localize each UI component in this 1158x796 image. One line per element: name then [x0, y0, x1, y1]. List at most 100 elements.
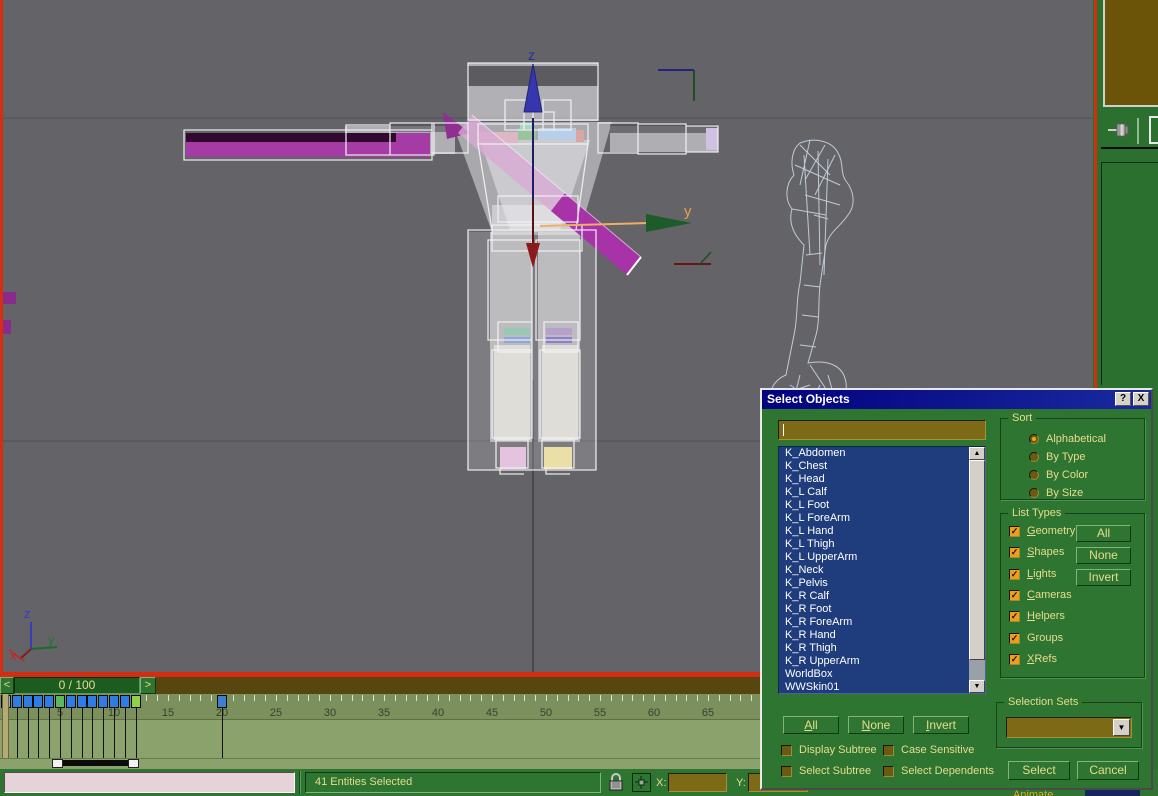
- ruler-tick: [546, 695, 547, 701]
- selection-status: 41 Entities Selected: [305, 772, 601, 793]
- ruler-tick: [330, 695, 331, 701]
- keyframe-12[interactable]: [131, 695, 141, 708]
- checkbox-geometry[interactable]: ✓: [1009, 526, 1020, 537]
- list-item[interactable]: WWSkin01: [779, 681, 985, 694]
- checkbox-select-dependents[interactable]: [883, 766, 894, 777]
- list-item[interactable]: K_L Thigh: [779, 538, 985, 551]
- ruler-tick: [265, 695, 266, 701]
- object-name-input[interactable]: [778, 420, 986, 440]
- checkbox-xrefs[interactable]: ✓: [1009, 654, 1020, 665]
- radio-icon[interactable]: [1029, 434, 1039, 444]
- list-item[interactable]: K_Neck: [779, 564, 985, 577]
- ruler-tick: [146, 695, 147, 701]
- keyframe-7[interactable]: [77, 695, 87, 708]
- radio-icon[interactable]: [1029, 488, 1039, 498]
- checkbox-display-subtree[interactable]: [781, 745, 792, 756]
- sort-option-by-color[interactable]: By Color: [1029, 468, 1088, 482]
- checkbox-groups[interactable]: ✓: [1009, 633, 1020, 644]
- list-item[interactable]: K_Pelvis: [779, 577, 985, 590]
- radio-label: By Type: [1046, 450, 1086, 464]
- radio-dot: [1032, 437, 1036, 441]
- list-item[interactable]: K_L Calf: [779, 486, 985, 499]
- object-list[interactable]: K_AbdomenK_ChestK_HeadK_L CalfK_L FootK_…: [778, 446, 986, 694]
- invert-button[interactable]: Invert: [913, 716, 969, 734]
- ruler-tick-label: 35: [372, 707, 396, 719]
- list-item[interactable]: K_Abdomen: [779, 447, 985, 460]
- radio-icon[interactable]: [1029, 452, 1039, 462]
- keyframe-6[interactable]: [66, 695, 76, 708]
- keyframe-10[interactable]: [109, 695, 119, 708]
- bone-wireframe[interactable]: [770, 140, 853, 427]
- animate-button-partial[interactable]: Animate: [1013, 789, 1083, 796]
- list-item[interactable]: K_L Foot: [779, 499, 985, 512]
- list-item[interactable]: K_L ForeArm: [779, 512, 985, 525]
- range-handle-left[interactable]: [52, 759, 63, 768]
- keyframe-11[interactable]: [120, 695, 130, 708]
- all-button[interactable]: All: [783, 716, 839, 734]
- selection-lock-icon[interactable]: [608, 772, 624, 793]
- list-item[interactable]: WorldBox: [779, 668, 985, 681]
- list-types-all-button[interactable]: All: [1076, 525, 1131, 542]
- range-bar[interactable]: [57, 760, 135, 766]
- ruler-tick-label: 60: [642, 707, 666, 719]
- scroll-up-icon[interactable]: ▲: [969, 447, 985, 460]
- keyframe-2[interactable]: [23, 695, 33, 708]
- keyframe-20[interactable]: [217, 695, 227, 708]
- list-types-none-button[interactable]: None: [1076, 547, 1131, 564]
- radio-icon[interactable]: [1029, 470, 1039, 480]
- list-item[interactable]: K_R ForeArm: [779, 616, 985, 629]
- select-button[interactable]: Select: [1008, 761, 1070, 780]
- keyframe-8[interactable]: [87, 695, 97, 708]
- dropdown-arrow-icon[interactable]: ▼: [1113, 719, 1130, 736]
- list-scrollbar[interactable]: ▲ ▼: [969, 447, 985, 693]
- keyframe-4[interactable]: [44, 695, 54, 708]
- dialog-title-bar[interactable]: Select Objects: [762, 390, 1151, 409]
- selection-sets-dropdown[interactable]: ▼: [1006, 717, 1132, 738]
- list-types-group-label: List Types: [1008, 507, 1065, 519]
- checkbox-lights[interactable]: ✓: [1009, 569, 1020, 580]
- keyframe-drop-line: [92, 708, 93, 758]
- list-item[interactable]: K_R UpperArm: [779, 655, 985, 668]
- checkbox-cameras[interactable]: ✓: [1009, 590, 1020, 601]
- keyframe-drop-line: [136, 708, 137, 758]
- list-item[interactable]: K_L Hand: [779, 525, 985, 538]
- prev-frame-button[interactable]: <: [0, 677, 14, 694]
- checkbox-helpers[interactable]: ✓: [1009, 611, 1020, 622]
- scroll-thumb[interactable]: [969, 460, 985, 660]
- absolute-offset-toggle[interactable]: [632, 773, 651, 792]
- keyframe-1[interactable]: [12, 695, 22, 708]
- scroll-down-icon[interactable]: ▼: [969, 680, 985, 693]
- ruler-tick: [438, 695, 439, 701]
- list-item[interactable]: K_Head: [779, 473, 985, 486]
- list-item[interactable]: K_R Hand: [779, 629, 985, 642]
- checkbox-case-sensitive[interactable]: [883, 745, 894, 756]
- close-icon[interactable]: X: [1133, 392, 1149, 406]
- list-item[interactable]: K_R Foot: [779, 603, 985, 616]
- keyframe-5[interactable]: [55, 695, 65, 708]
- list-item[interactable]: K_R Calf: [779, 590, 985, 603]
- checkbox-select-subtree[interactable]: [781, 766, 792, 777]
- current-frame-marker[interactable]: [2, 694, 9, 758]
- time-slider-display[interactable]: 0 / 100: [14, 677, 140, 694]
- select-objects-dialog: Select Objects ? X K_AbdomenK_ChestK_Hea…: [760, 388, 1153, 790]
- pin-icon[interactable]: [1107, 120, 1131, 140]
- list-item[interactable]: K_L UpperArm: [779, 551, 985, 564]
- sort-option-by-type[interactable]: By Type: [1029, 450, 1086, 464]
- range-handle-right[interactable]: [128, 759, 139, 768]
- ruler-tick-label: 30: [318, 707, 342, 719]
- cancel-button[interactable]: Cancel: [1077, 761, 1139, 780]
- sort-option-alphabetical[interactable]: Alphabetical: [1029, 432, 1106, 446]
- ruler-tick: [697, 695, 698, 701]
- sort-option-by-size[interactable]: By Size: [1029, 486, 1083, 500]
- list-types-invert-button[interactable]: Invert: [1076, 569, 1131, 586]
- keyframe-3[interactable]: [33, 695, 43, 708]
- x-coord-field[interactable]: [668, 773, 727, 792]
- list-item[interactable]: K_Chest: [779, 460, 985, 473]
- list-item[interactable]: K_R Thigh: [779, 642, 985, 655]
- next-frame-button[interactable]: >: [140, 677, 156, 694]
- checkbox-shapes[interactable]: ✓: [1009, 547, 1020, 558]
- help-button[interactable]: ?: [1115, 392, 1131, 406]
- keyframe-9[interactable]: [98, 695, 108, 708]
- ruler-tick: [492, 695, 493, 701]
- none-button[interactable]: None: [848, 716, 904, 734]
